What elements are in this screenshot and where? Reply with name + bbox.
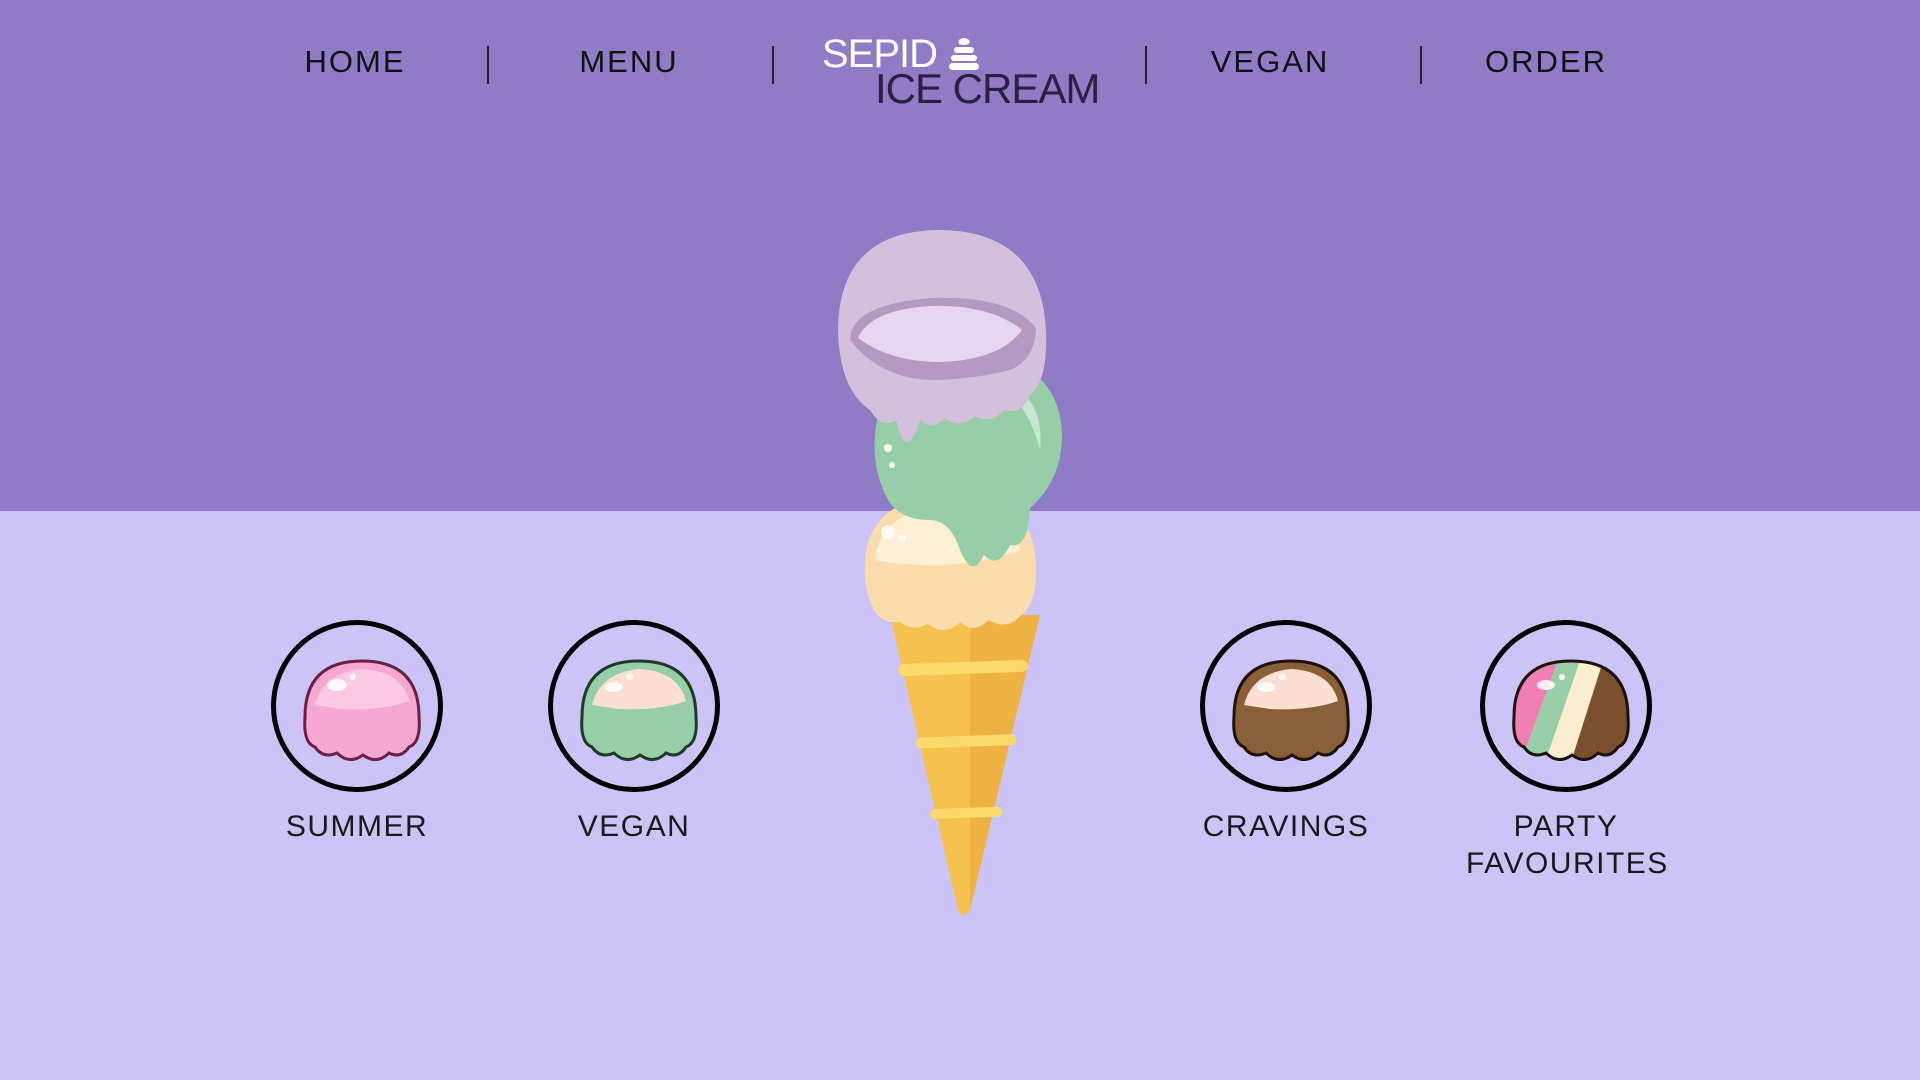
multi-flavor-scoop-icon [1512, 659, 1630, 761]
nav-home-link[interactable]: HOME [305, 44, 406, 80]
category-label: CRAVINGS [1202, 810, 1370, 843]
category-vegan[interactable]: VEGAN [534, 620, 734, 845]
nav-divider [1420, 46, 1422, 84]
nav-divider [1145, 46, 1147, 84]
logo-line-2: ICE CREAM [875, 65, 1100, 112]
category-circle [1200, 620, 1372, 792]
nav-vegan-link[interactable]: VEGAN [1211, 44, 1330, 80]
category-summer[interactable]: SUMMER [257, 620, 457, 845]
chocolate-scoop-icon [1232, 659, 1350, 761]
ice-cream-cone-illustration [838, 230, 1062, 915]
nav-order-link[interactable]: ORDER [1485, 44, 1607, 80]
category-circle [271, 620, 443, 792]
category-label: PARTY FAVOURITES [1466, 810, 1669, 880]
green-scoop-icon [580, 659, 698, 761]
pink-scoop-icon [303, 659, 421, 761]
nav-divider [487, 46, 489, 84]
nav-menu-link[interactable]: MENU [579, 44, 678, 80]
brand-logo[interactable]: SEPID ICE CREAM [820, 34, 1105, 110]
category-cravings[interactable]: CRAVINGS [1186, 620, 1386, 845]
top-navigation: HOME MENU SEPID ICE CREAM VEGAN ORDER [0, 0, 1920, 130]
category-party-favourites[interactable]: PARTY FAVOURITES [1466, 620, 1669, 882]
category-circle [548, 620, 720, 792]
category-label: SUMMER [285, 810, 429, 843]
category-label: VEGAN [577, 810, 691, 843]
category-circle [1480, 620, 1652, 792]
nav-divider [772, 46, 774, 84]
page: HOME MENU SEPID ICE CREAM VEGAN ORDER SU… [0, 0, 1920, 1080]
